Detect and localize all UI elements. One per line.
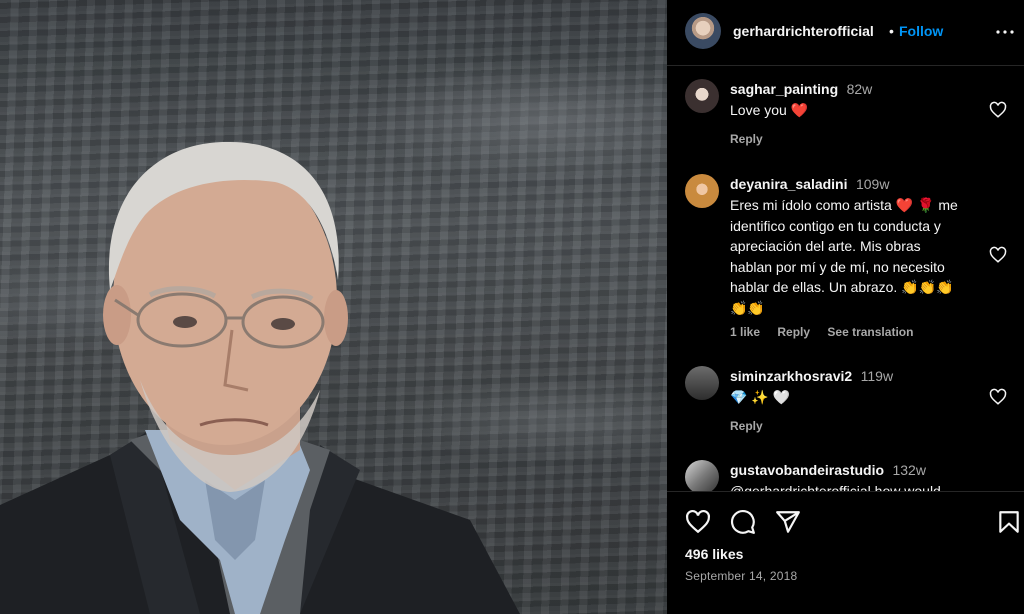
commenter-avatar[interactable] — [685, 460, 719, 491]
comment-text: Eres mi ídolo como artista ❤️ 🌹 me ident… — [730, 195, 1000, 318]
author-username[interactable]: gerhardrichterofficial — [733, 23, 874, 39]
comment-actions: Reply — [730, 132, 777, 146]
commenter-avatar[interactable] — [685, 174, 719, 208]
comment-header: siminzarkhosravi2 119w — [730, 368, 893, 386]
comment-heart-icon[interactable] — [989, 388, 1007, 406]
comment-time: 132w — [892, 462, 926, 478]
comment-time: 109w — [855, 176, 890, 192]
follow-button[interactable]: Follow — [899, 23, 943, 39]
comment-heart-icon[interactable] — [989, 101, 1007, 119]
post-header: gerhardrichterofficial • Follow — [667, 0, 1024, 66]
reply-button[interactable]: Reply — [730, 419, 763, 433]
more-options-icon[interactable] — [993, 20, 1017, 44]
share-icon[interactable] — [775, 509, 801, 535]
author-avatar[interactable] — [685, 13, 721, 49]
comment-time: 119w — [860, 368, 894, 384]
comment-username[interactable]: siminzarkhosravi2 — [730, 368, 852, 384]
comment-username[interactable]: saghar_painting — [730, 81, 838, 97]
comment-time: 82w — [846, 81, 873, 97]
bookmark-icon[interactable] — [996, 509, 1022, 535]
reply-button[interactable]: Reply — [777, 325, 810, 339]
comment-header: deyanira_saladini 109w — [730, 176, 889, 194]
commenter-avatar[interactable] — [685, 79, 719, 113]
likes-count[interactable]: 496 likes — [685, 546, 743, 562]
comment-text-line: hablan por mí y de mí, no necesito — [730, 258, 945, 275]
comment-username[interactable]: gustavobandeirastudio — [730, 462, 884, 478]
comment-text-line: Eres mi ídolo como artista ❤️ 🌹 me — [730, 197, 958, 213]
comment-text: 💎 ✨ 🤍 — [730, 389, 791, 405]
comment-username[interactable]: deyanira_saladini — [730, 176, 848, 192]
post-image — [0, 0, 667, 614]
portrait-illustration — [0, 141, 520, 614]
heart-icon[interactable] — [685, 509, 711, 535]
comment-text-line: 👏👏 — [730, 299, 765, 316]
commenter-avatar[interactable] — [685, 366, 719, 400]
header-separator: • — [889, 23, 894, 39]
comment-header: saghar_painting 82w — [730, 81, 872, 99]
comment-actions: Reply — [730, 419, 777, 433]
post-date: September 14, 2018 — [685, 569, 798, 583]
post-side-panel: gerhardrichterofficial • Follow saghar_p… — [667, 0, 1024, 614]
reply-button[interactable]: Reply — [730, 132, 763, 146]
comment-text-line: hablar de ellas. Un abrazo. 👏👏👏 — [730, 279, 954, 295]
comment-text-line: apreciación del arte. Mis obras — [730, 238, 921, 254]
comment-text: Love you ❤️ — [730, 102, 809, 118]
comment-heart-icon[interactable] — [989, 246, 1007, 264]
post-actions-bar: 496 likes September 14, 2018 — [667, 491, 1024, 614]
comment-text: @gerhardrichterofficial how would — [730, 483, 941, 491]
comment-header: gustavobandeirastudio 132w — [730, 462, 926, 480]
comment-actions: 1 like Reply See translation — [730, 325, 927, 339]
comments-list[interactable]: saghar_painting 82w Love you ❤️ Reply de… — [667, 67, 1024, 491]
comment-text-line: identifico contigo en tu conducta y — [730, 217, 941, 234]
comment-icon[interactable] — [730, 509, 756, 535]
comment-likes-count[interactable]: 1 like — [730, 325, 760, 339]
see-translation-button[interactable]: See translation — [827, 325, 913, 339]
